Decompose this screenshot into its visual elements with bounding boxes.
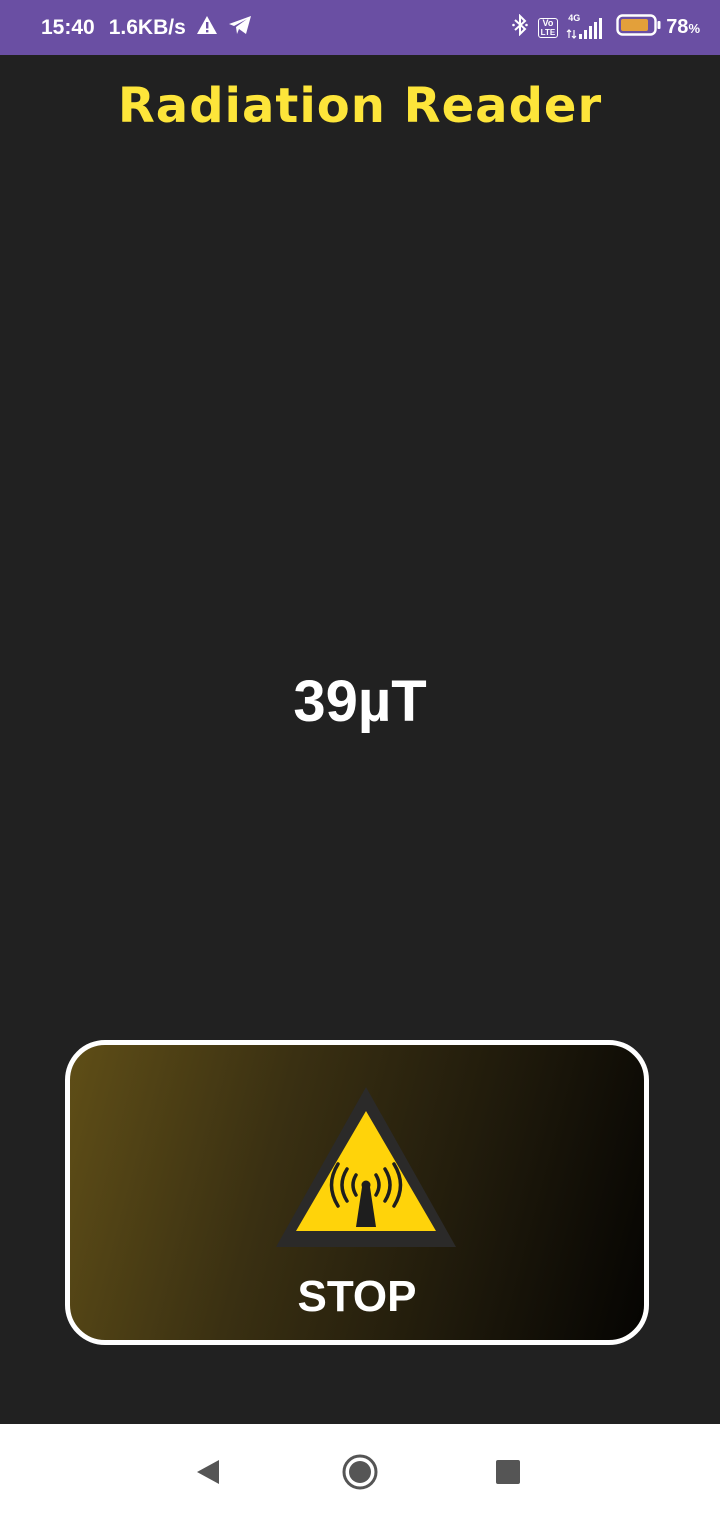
radiation-warning-icon (274, 1085, 458, 1251)
status-bar: 15:40 1.6KB/s Vo LTE 4G 78% (0, 0, 720, 55)
back-button[interactable] (184, 1448, 232, 1496)
home-button[interactable] (336, 1448, 384, 1496)
warning-icon (196, 15, 218, 41)
navigation-bar (0, 1424, 720, 1520)
network-speed: 1.6KB/s (108, 15, 186, 39)
back-icon (197, 1460, 219, 1484)
battery-percent-unit: % (688, 21, 700, 36)
bluetooth-icon (511, 13, 528, 42)
battery-icon (616, 13, 662, 42)
app-title: Radiation Reader (117, 78, 603, 134)
battery-percent: 78% (666, 16, 700, 39)
stop-label: STOP (297, 1272, 417, 1321)
volte-top-label: Vo (542, 17, 554, 28)
home-icon (342, 1454, 378, 1490)
signal-icon: 4G (566, 13, 604, 41)
recents-icon (496, 1460, 520, 1484)
recents-button[interactable] (484, 1448, 532, 1496)
stop-button[interactable]: STOP (65, 1040, 649, 1345)
volte-icon: Vo LTE (537, 17, 559, 38)
telegram-icon (228, 15, 252, 41)
battery-percent-value: 78 (666, 16, 689, 38)
radiation-reading: 39µT (293, 669, 427, 734)
status-time: 15:40 (41, 15, 95, 39)
volte-bottom-label: LTE (540, 27, 556, 37)
